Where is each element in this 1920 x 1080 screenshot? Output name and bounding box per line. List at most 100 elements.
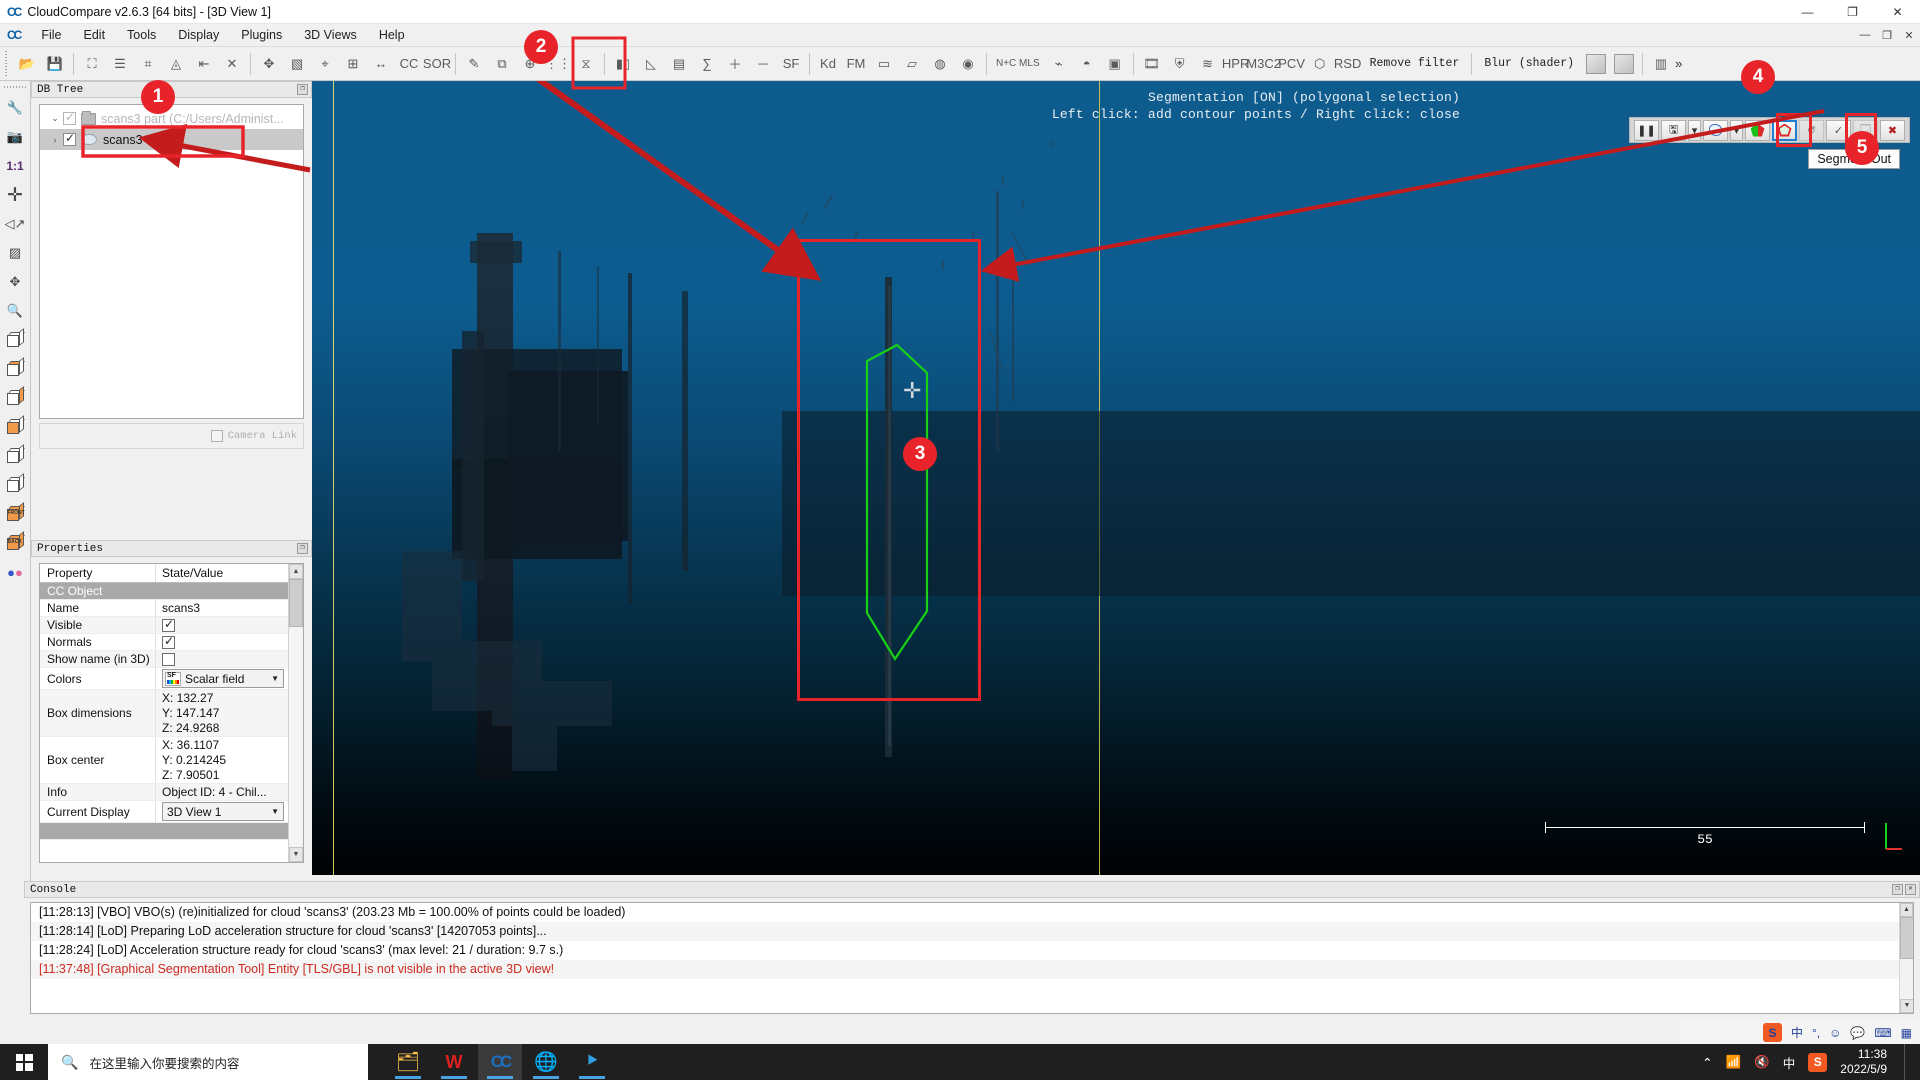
sphere-icon[interactable]: ◍ xyxy=(927,50,953,78)
compute-icon[interactable]: ∑ xyxy=(694,50,720,78)
segmentation-tool-toolbar-button[interactable]: ✎ xyxy=(461,50,487,78)
broom-icon[interactable]: 🎞 xyxy=(1139,50,1165,78)
qanimation-icon[interactable]: ▣ xyxy=(1102,50,1128,78)
shield-icon[interactable]: ⛨ xyxy=(1167,50,1193,78)
select-entity-icon[interactable]: ⛶ xyxy=(79,50,105,78)
properties-scrollbar[interactable]: ▲ ▼ xyxy=(288,564,303,862)
clone-icon[interactable]: ⧉ xyxy=(489,50,515,78)
ssao-shader-icon[interactable] xyxy=(1611,50,1637,78)
scans3-visibility-checkbox[interactable] xyxy=(63,131,76,146)
normals-checkbox[interactable] xyxy=(162,634,175,649)
segment-icon[interactable]: ▧ xyxy=(284,50,310,78)
db-tree-list[interactable]: ⌄ scans3 part (C:/Users/Administ... › sc… xyxy=(39,104,304,419)
remove-sf-icon[interactable]: － xyxy=(750,50,776,78)
tray-ime-icon[interactable]: 中 xyxy=(1783,1053,1796,1072)
sf-icon[interactable]: SF xyxy=(778,50,804,78)
console-scroll-down-button[interactable]: ▼ xyxy=(1900,999,1913,1013)
taskbar-search-input[interactable]: 🔍 在这里输入你要搜索的内容 xyxy=(48,1044,368,1080)
poisson-icon[interactable]: ◓ xyxy=(1074,50,1100,78)
ime-keyboard-icon[interactable]: ⌨ xyxy=(1874,1026,1891,1040)
view-front-icon[interactable]: FRONT xyxy=(2,500,29,528)
ime-punctuation-icon[interactable]: °, xyxy=(1812,1026,1820,1040)
tray-chevron-icon[interactable]: ⌃ xyxy=(1702,1055,1712,1070)
move-icon[interactable]: ✥ xyxy=(2,268,29,296)
ncmls-icon[interactable]: N+C MLS xyxy=(992,50,1044,78)
flip-icon[interactable]: ◁↗ xyxy=(2,210,29,238)
zoom-icon[interactable]: 🔍 xyxy=(2,297,29,325)
list-icon[interactable]: ☰ xyxy=(107,50,133,78)
menu-tools[interactable]: Tools xyxy=(116,26,167,44)
gradient-icon[interactable]: ▤ xyxy=(666,50,692,78)
filter-icon[interactable]: ⧖ xyxy=(573,50,599,78)
mdi-close-button[interactable]: ✕ xyxy=(1898,29,1920,42)
show-desktop-button[interactable] xyxy=(1904,1044,1910,1080)
fastmarching-icon[interactable]: FM xyxy=(843,50,869,78)
point-list-icon[interactable]: ⊞ xyxy=(340,50,366,78)
visible-checkbox[interactable] xyxy=(162,617,175,632)
db-tree-scans3-item[interactable]: › scans3 xyxy=(40,129,303,150)
view-iso-icon[interactable] xyxy=(2,471,29,499)
taskbar-cloudcompare[interactable]: CC xyxy=(478,1044,522,1080)
tray-sogou-icon[interactable]: S xyxy=(1808,1052,1828,1072)
mesh-icon[interactable]: ◬ xyxy=(163,50,189,78)
wave-icon[interactable]: ≋ xyxy=(1195,50,1221,78)
properties-scroll-track[interactable] xyxy=(289,579,303,847)
menu-help[interactable]: Help xyxy=(368,26,416,44)
db-tree-root-item[interactable]: ⌄ scans3 part (C:/Users/Administ... xyxy=(40,108,303,129)
properties-float-button[interactable]: ❐ xyxy=(297,543,308,554)
chevron-down-icon[interactable]: ▼ xyxy=(271,674,279,683)
toolbar-overflow-button[interactable]: » xyxy=(1675,56,1688,71)
colors-combobox[interactable]: Scalar field ▼ xyxy=(162,669,284,688)
camera-link-checkbox[interactable] xyxy=(210,430,223,442)
menu-edit[interactable]: Edit xyxy=(73,26,117,44)
kdtree-icon[interactable]: Kd xyxy=(815,50,841,78)
distance-icon[interactable]: ↔ xyxy=(368,50,394,78)
console-log[interactable]: [11:28:13] [VBO] VBO(s) (re)initialized … xyxy=(30,902,1914,1014)
ime-apps-icon[interactable]: ▦ xyxy=(1901,1026,1912,1040)
translate-rotate-icon[interactable]: ✥ xyxy=(256,50,282,78)
plane-icon[interactable]: ▱ xyxy=(899,50,925,78)
close-button[interactable]: ✕ xyxy=(1875,0,1920,24)
expand-chevron-icon[interactable]: ⌄ xyxy=(47,113,63,124)
open-file-icon[interactable]: 📂 xyxy=(14,50,40,78)
crosshair-icon[interactable]: ✛ xyxy=(2,181,29,209)
curve-icon[interactable]: ◺ xyxy=(638,50,664,78)
hpr-icon[interactable]: HPR xyxy=(1222,50,1249,78)
one-to-one-icon[interactable]: 1:1 xyxy=(2,152,29,180)
collapse-chevron-icon[interactable]: › xyxy=(47,135,63,145)
pause-button[interactable]: ❚❚ xyxy=(1634,119,1659,141)
camera-icon[interactable]: 📷 xyxy=(2,123,29,151)
selection-mode-dropdown-button[interactable]: ▾ xyxy=(1730,119,1743,141)
minimize-button[interactable]: — xyxy=(1785,0,1830,24)
delete-icon[interactable]: ✕ xyxy=(219,50,245,78)
console-scroll-up-button[interactable]: ▲ xyxy=(1900,903,1913,917)
toolbar-grip[interactable] xyxy=(3,50,10,77)
add-sf-icon[interactable]: ＋ xyxy=(722,50,748,78)
properties-scroll-up-button[interactable]: ▲ xyxy=(289,564,303,579)
view-toolbar-grip[interactable] xyxy=(4,84,26,91)
db-tree-float-button[interactable]: ❐ xyxy=(297,84,308,95)
console-close-button[interactable]: ✕ xyxy=(1905,884,1916,895)
cancel-button[interactable]: ✖ xyxy=(1880,119,1905,141)
ime-chat-icon[interactable]: 💬 xyxy=(1850,1026,1865,1040)
console-scrollbar[interactable]: ▲ ▼ xyxy=(1899,903,1913,1013)
cube-view-icon[interactable]: ▨ xyxy=(2,239,29,267)
sor-filter-icon[interactable]: SOR xyxy=(423,50,451,78)
view-top-icon[interactable] xyxy=(2,355,29,383)
root-visibility-checkbox[interactable] xyxy=(63,110,76,125)
edl-shader-icon[interactable] xyxy=(1583,50,1609,78)
menu-plugins[interactable]: Plugins xyxy=(230,26,293,44)
pcv-icon[interactable]: PCV xyxy=(1278,50,1305,78)
save-dropdown-button[interactable]: ▾ xyxy=(1688,119,1701,141)
save-button[interactable]: 🖫 xyxy=(1661,119,1686,141)
globe-icon[interactable]: ◉ xyxy=(955,50,981,78)
stereo-icon[interactable]: ● ● xyxy=(2,558,29,586)
blur-shader-label[interactable]: Blur (shader) xyxy=(1476,57,1582,70)
segment-in-button[interactable] xyxy=(1745,119,1770,141)
ime-emoji-icon[interactable]: ☺ xyxy=(1829,1026,1841,1040)
sogou-logo-icon[interactable]: S xyxy=(1762,1023,1782,1042)
polyline-selection-button[interactable] xyxy=(1703,119,1728,141)
start-button[interactable] xyxy=(0,1044,48,1080)
rsd-icon[interactable]: RSD xyxy=(1334,50,1361,78)
volume-mute-icon[interactable]: 🔇 xyxy=(1754,1055,1770,1070)
